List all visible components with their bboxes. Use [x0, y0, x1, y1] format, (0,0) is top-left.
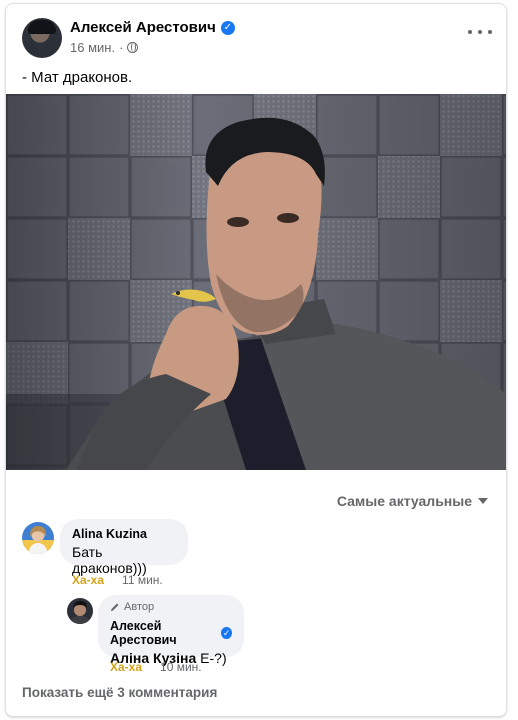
comment-bubble: Alina Kuzina Бать драконов))) — [60, 519, 188, 576]
reply-bubble: Автор Алексей Арестович ✓ Аліна Кузіна Е… — [98, 595, 244, 666]
reply-author-avatar-image — [67, 598, 93, 624]
pencil-icon — [111, 603, 119, 611]
comment-text: Бать драконов))) — [72, 544, 147, 576]
post-time[interactable]: 16 мин. — [70, 40, 115, 55]
more-horizontal-icon — [468, 30, 472, 34]
comment-author[interactable]: Alina Kuzina — [72, 527, 176, 541]
show-more-comments-link[interactable]: Показать ещё 3 комментария — [22, 685, 217, 700]
meta-separator: · — [119, 40, 124, 55]
caret-down-icon — [478, 498, 488, 504]
comment-sort-dropdown[interactable]: Самые актуальные — [337, 493, 488, 509]
commenter-avatar-image — [22, 522, 54, 554]
photo-illustration — [6, 94, 506, 470]
comment-time[interactable]: 11 мин. — [122, 573, 163, 587]
verified-check-icon: ✓ — [220, 20, 235, 35]
reply-author-avatar[interactable] — [67, 598, 93, 624]
author-avatar[interactable] — [22, 18, 62, 58]
reply-actions: Ха-ха 10 мин. — [110, 660, 202, 674]
reply-author[interactable]: Алексей Арестович ✓ — [110, 619, 232, 647]
post-photo[interactable] — [6, 94, 506, 470]
author-badge: Автор — [110, 601, 232, 613]
post-meta: 16 мин. · — [70, 40, 139, 55]
reply-author-name[interactable]: Алексей Арестович — [110, 619, 217, 647]
post-card: Алексей Арестович ✓ 16 мин. · - Мат драк… — [5, 3, 507, 717]
post-author[interactable]: Алексей Арестович ✓ — [70, 19, 235, 36]
comment-sort-label[interactable]: Самые актуальные — [337, 493, 472, 509]
reply-time[interactable]: 10 мин. — [160, 660, 202, 674]
haha-reaction-button[interactable]: Ха-ха — [110, 660, 142, 674]
commenter-avatar[interactable] — [22, 522, 54, 554]
comment-actions: Ха-ха 11 мин. — [72, 573, 163, 587]
author-badge-label: Автор — [124, 601, 155, 613]
post-text: - Мат драконов. — [22, 69, 133, 86]
haha-reaction-button[interactable]: Ха-ха — [72, 573, 104, 587]
verified-check-icon: ✓ — [221, 627, 232, 639]
globe-icon — [127, 42, 139, 53]
post-author-name[interactable]: Алексей Арестович — [70, 19, 216, 36]
more-options-button[interactable] — [468, 24, 492, 40]
